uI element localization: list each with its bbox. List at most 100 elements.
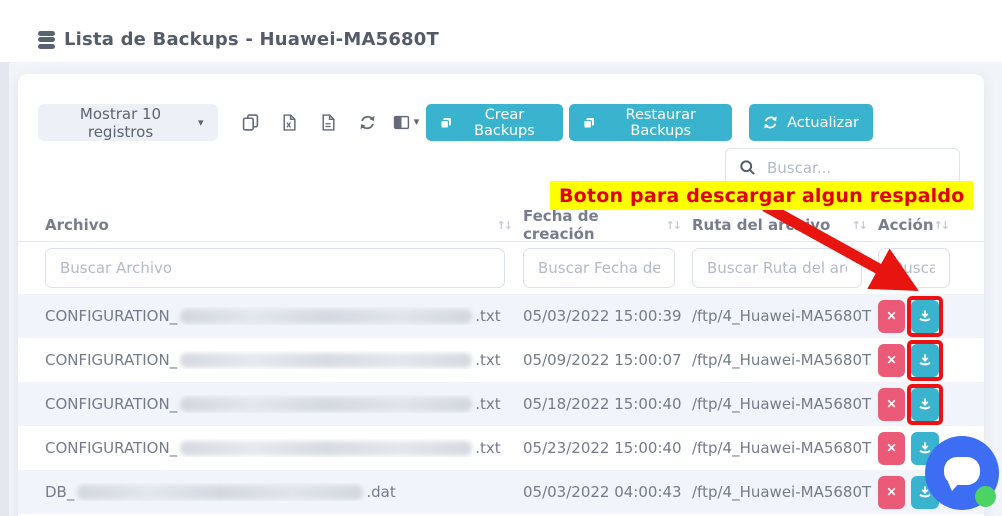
table-row: CONFIGURATION_ .txt 05/18/2022 15:00:40 … (18, 382, 984, 426)
table-row: DB_ .dat 05/03/2022 04:00:43 /ftp/4_Huaw… (18, 470, 984, 514)
chat-widget-button[interactable] (925, 436, 999, 510)
create-backups-button[interactable]: Crear Backups (426, 104, 563, 141)
file-prefix: CONFIGURATION_ (45, 307, 177, 325)
table-toolbar: Mostrar 10 registros ▾ (38, 104, 960, 141)
path-cell: /ftp/4_Huawei-MA5680T (692, 307, 878, 325)
table-row: CONFIGURATION_ .txt 05/03/2022 15:00:39 … (18, 294, 984, 338)
caret-down-icon: ▾ (414, 117, 420, 128)
delete-button[interactable]: ✕ (878, 344, 905, 377)
table-row: CONFIGURATION_ .txt 05/09/2022 15:00:07 … (18, 338, 984, 382)
delete-button[interactable]: ✕ (878, 432, 905, 465)
copy-button[interactable] (231, 104, 270, 141)
file-icon (320, 114, 336, 131)
sort-icon[interactable]: ↑↓ (497, 219, 511, 232)
file-ext: .dat (366, 483, 395, 501)
download-button[interactable] (911, 344, 939, 377)
chat-bubble-icon (944, 457, 980, 485)
path-cell: /ftp/4_Huawei-MA5680T (692, 351, 878, 369)
created-at-cell: 05/03/2022 04:00:43 (523, 483, 692, 501)
delete-icon: ✕ (886, 397, 896, 411)
filter-ruta-input[interactable] (692, 248, 862, 288)
show-entries-dropdown[interactable]: Mostrar 10 registros ▾ (38, 104, 218, 141)
reload-button[interactable] (348, 104, 387, 141)
action-buttons: Crear Backups Restaurar Backups (426, 104, 873, 141)
download-highlight-box (907, 296, 943, 337)
sort-icon[interactable]: ↑↓ (852, 219, 866, 232)
column-header-fecha[interactable]: Fecha de creación ↑↓ (523, 207, 692, 243)
export-excel-button[interactable] (270, 104, 309, 141)
search-input[interactable] (767, 159, 949, 177)
table-header: Archivo ↑↓ Fecha de creación ↑↓ Ruta del… (18, 207, 984, 242)
backups-page: Lista de Backups - Huawei-MA5680T Mostra… (0, 0, 1002, 516)
redacted-file-name (180, 441, 472, 456)
file-name-cell: DB_ .dat (45, 483, 523, 501)
file-ext: .txt (475, 395, 500, 413)
file-name-cell: CONFIGURATION_ .txt (45, 307, 523, 325)
refresh-icon (763, 115, 778, 130)
created-at-cell: 05/09/2022 15:00:07 (523, 351, 692, 369)
left-edge (0, 0, 9, 516)
redacted-file-name (180, 397, 472, 412)
file-ext: .txt (475, 439, 500, 457)
file-ext: .txt (475, 351, 500, 369)
delete-icon: ✕ (886, 353, 896, 367)
sort-icon[interactable]: ↑↓ (934, 219, 948, 232)
redacted-file-name (180, 309, 472, 324)
redacted-file-name (180, 353, 472, 368)
delete-button[interactable]: ✕ (878, 476, 905, 509)
actions-cell: ✕ (878, 340, 960, 381)
restore-backups-button[interactable]: Restaurar Backups (569, 104, 732, 141)
column-header-ruta[interactable]: Ruta del archivo ↑↓ (692, 207, 878, 243)
created-at-cell: 05/18/2022 15:00:40 (523, 395, 692, 413)
path-cell: /ftp/4_Huawei-MA5680T (692, 395, 878, 413)
download-button[interactable] (911, 300, 939, 333)
filter-archivo-input[interactable] (45, 248, 505, 288)
export-file-button[interactable] (309, 104, 348, 141)
delete-icon: ✕ (886, 485, 896, 499)
file-name-cell: CONFIGURATION_ .txt (45, 351, 523, 369)
copy-icon (242, 114, 259, 131)
column-header-archivo[interactable]: Archivo ↑↓ (45, 207, 523, 243)
caret-down-icon: ▾ (198, 117, 204, 128)
refresh-icon (359, 114, 376, 131)
path-cell: /ftp/4_Huawei-MA5680T (692, 483, 878, 501)
page-title: Lista de Backups - Huawei-MA5680T (64, 29, 439, 50)
file-ext: .txt (475, 307, 500, 325)
export-buttons: ▾ (231, 104, 426, 141)
actions-cell: ✕ (878, 296, 960, 337)
file-name-cell: CONFIGURATION_ .txt (45, 439, 523, 457)
backups-card: Mostrar 10 registros ▾ (18, 74, 984, 516)
delete-button[interactable]: ✕ (878, 388, 905, 421)
search-icon (739, 159, 756, 176)
table-row: CONFIGURATION_ .txt 05/23/2022 15:00:40 … (18, 426, 984, 470)
column-visibility-button[interactable]: ▾ (387, 104, 426, 141)
annotation-label: Boton para descargar algun respaldo (550, 181, 973, 210)
excel-file-icon (281, 114, 297, 131)
created-at-cell: 05/23/2022 15:00:40 (523, 439, 692, 457)
file-prefix: CONFIGURATION_ (45, 351, 177, 369)
sort-icon[interactable]: ↑↓ (666, 219, 680, 232)
delete-icon: ✕ (886, 441, 896, 455)
download-button[interactable] (911, 388, 939, 421)
actions-cell: ✕ (878, 384, 960, 425)
download-icon (918, 309, 932, 323)
filter-accion-input[interactable] (878, 248, 950, 288)
table-body: CONFIGURATION_ .txt 05/03/2022 15:00:39 … (18, 294, 984, 514)
download-highlight-box (907, 340, 943, 381)
file-prefix: CONFIGURATION_ (45, 395, 177, 413)
filter-fecha-input[interactable] (523, 248, 675, 288)
file-prefix: CONFIGURATION_ (45, 439, 177, 457)
column-header-accion[interactable]: Acción ↑↓ (878, 207, 960, 243)
top-bar: Lista de Backups - Huawei-MA5680T (0, 0, 1002, 62)
download-icon (918, 397, 932, 411)
redacted-file-name (77, 485, 363, 500)
columns-icon (393, 114, 410, 131)
file-prefix: DB_ (45, 483, 74, 501)
online-status-dot (975, 486, 996, 507)
refresh-list-button[interactable]: Actualizar (749, 104, 873, 141)
delete-button[interactable]: ✕ (878, 300, 905, 333)
backup-icon (440, 116, 452, 130)
path-cell: /ftp/4_Huawei-MA5680T (692, 439, 878, 457)
column-filters (18, 242, 984, 294)
database-icon (38, 31, 55, 49)
